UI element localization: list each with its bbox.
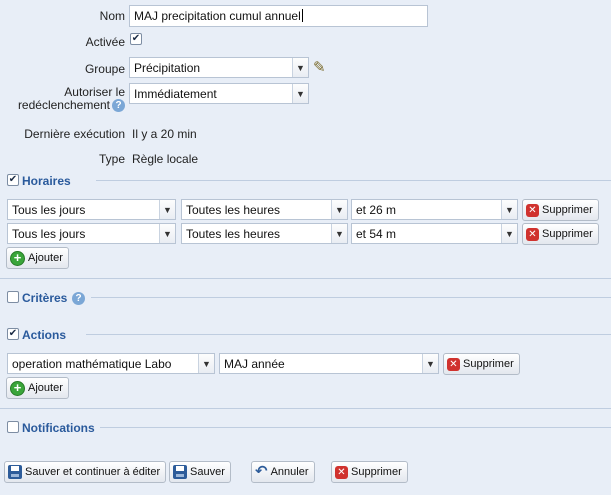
- add-button-label: Ajouter: [28, 252, 63, 264]
- add-button-label: Ajouter: [28, 382, 63, 394]
- delete-icon: ✕: [335, 465, 348, 479]
- autoriser-select-value: Immédiatement: [134, 86, 217, 101]
- horaires-heures-value: Toutes les heures: [186, 226, 281, 241]
- activee-label: Activée: [85, 35, 125, 49]
- horaires-delete-button[interactable]: ✕ Supprimer: [522, 223, 599, 245]
- actions-separator: [86, 334, 611, 335]
- section-divider: [0, 278, 611, 279]
- derniere-execution-value: Il y a 20 min: [132, 127, 197, 141]
- save-continue-label: Sauver et continuer à éditer: [25, 466, 161, 478]
- horaires-add-button[interactable]: + Ajouter: [6, 247, 69, 269]
- notifications-separator: [100, 427, 611, 428]
- text-caret: [301, 9, 303, 22]
- check-icon: ✔: [131, 33, 141, 44]
- horaires-separator: [96, 180, 611, 181]
- groupe-select[interactable]: Précipitation ▼: [129, 57, 309, 78]
- add-icon: +: [10, 250, 25, 266]
- actions-operation-value: operation mathématique Labo: [12, 356, 172, 371]
- horaires-checkbox[interactable]: ✔: [7, 174, 19, 186]
- actions-checkbox[interactable]: ✔: [7, 328, 19, 340]
- actions-title: Actions: [22, 328, 67, 342]
- notifications-title: Notifications: [22, 421, 95, 435]
- horaires-minutes-value: et 54 m: [356, 226, 397, 241]
- delete-button-label: Supprimer: [542, 204, 593, 216]
- nom-input[interactable]: MAJ precipitation cumul annuel: [129, 5, 428, 27]
- chevron-down-icon: ▼: [292, 84, 308, 103]
- chevron-down-icon: ▼: [159, 200, 175, 219]
- horaires-jours-select[interactable]: Tous les jours ▼: [7, 199, 176, 220]
- chevron-down-icon: ▼: [198, 354, 214, 373]
- help-icon[interactable]: ?: [112, 99, 125, 112]
- delete-button-label: Supprimer: [542, 228, 593, 240]
- groupe-label: Groupe: [84, 62, 125, 76]
- derniere-execution-label: Dernière exécution: [24, 127, 125, 141]
- horaires-jours-value: Tous les jours: [12, 226, 86, 241]
- nom-label: Nom: [99, 9, 125, 23]
- criteres-title: Critères: [22, 291, 68, 305]
- save-continue-button[interactable]: Sauver et continuer à éditer: [4, 461, 167, 483]
- notifications-checkbox[interactable]: [7, 421, 19, 433]
- save-button[interactable]: Sauver: [169, 461, 231, 483]
- chevron-down-icon: ▼: [292, 58, 308, 77]
- check-icon: ✔: [8, 174, 18, 185]
- delete-icon: ✕: [526, 203, 539, 217]
- section-divider: [0, 408, 611, 409]
- help-icon[interactable]: ?: [72, 292, 85, 305]
- horaires-jours-select[interactable]: Tous les jours ▼: [7, 223, 176, 244]
- criteres-checkbox[interactable]: [7, 291, 19, 303]
- actions-add-button[interactable]: + Ajouter: [6, 377, 69, 399]
- actions-target-value: MAJ année: [224, 356, 285, 371]
- type-value: Règle locale: [132, 152, 199, 166]
- type-label: Type: [98, 152, 125, 166]
- chevron-down-icon: ▼: [422, 354, 438, 373]
- autoriser-label-line2: redéclenchement: [17, 98, 110, 112]
- save-label: Sauver: [190, 466, 225, 478]
- criteres-separator: [91, 297, 611, 298]
- horaires-heures-select[interactable]: Toutes les heures ▼: [181, 223, 348, 244]
- actions-target-select[interactable]: MAJ année ▼: [219, 353, 439, 374]
- horaires-heures-select[interactable]: Toutes les heures ▼: [181, 199, 348, 220]
- add-icon: +: [10, 380, 25, 396]
- pencil-icon[interactable]: ✎: [313, 58, 326, 76]
- actions-operation-select[interactable]: operation mathématique Labo ▼: [7, 353, 215, 374]
- horaires-delete-button[interactable]: ✕ Supprimer: [522, 199, 599, 221]
- horaires-minutes-select[interactable]: et 54 m ▼: [351, 223, 518, 244]
- delete-button[interactable]: ✕ Supprimer: [331, 461, 408, 483]
- chevron-down-icon: ▼: [331, 224, 347, 243]
- delete-icon: ✕: [526, 227, 539, 241]
- autoriser-select[interactable]: Immédiatement ▼: [129, 83, 309, 104]
- floppy-icon: [8, 465, 22, 479]
- chevron-down-icon: ▼: [159, 224, 175, 243]
- delete-label: Supprimer: [351, 466, 402, 478]
- cancel-button[interactable]: ↶ Annuler: [251, 461, 315, 483]
- activee-checkbox[interactable]: ✔: [130, 33, 142, 45]
- horaires-title: Horaires: [22, 174, 71, 188]
- undo-icon: ↶: [255, 463, 268, 480]
- horaires-minutes-value: et 26 m: [356, 202, 397, 217]
- chevron-down-icon: ▼: [501, 200, 517, 219]
- chevron-down-icon: ▼: [501, 224, 517, 243]
- floppy-icon: [173, 465, 187, 479]
- autoriser-label: Autoriser le redéclenchement ?: [10, 86, 125, 112]
- cancel-label: Annuler: [270, 466, 309, 478]
- horaires-heures-value: Toutes les heures: [186, 202, 281, 217]
- nom-input-value: MAJ precipitation cumul annuel: [134, 9, 301, 23]
- delete-button-label: Supprimer: [463, 358, 514, 370]
- horaires-jours-value: Tous les jours: [12, 202, 86, 217]
- actions-delete-button[interactable]: ✕ Supprimer: [443, 353, 520, 375]
- groupe-select-value: Précipitation: [134, 60, 201, 75]
- delete-icon: ✕: [447, 357, 460, 371]
- horaires-minutes-select[interactable]: et 26 m ▼: [351, 199, 518, 220]
- chevron-down-icon: ▼: [331, 200, 347, 219]
- check-icon: ✔: [8, 328, 18, 339]
